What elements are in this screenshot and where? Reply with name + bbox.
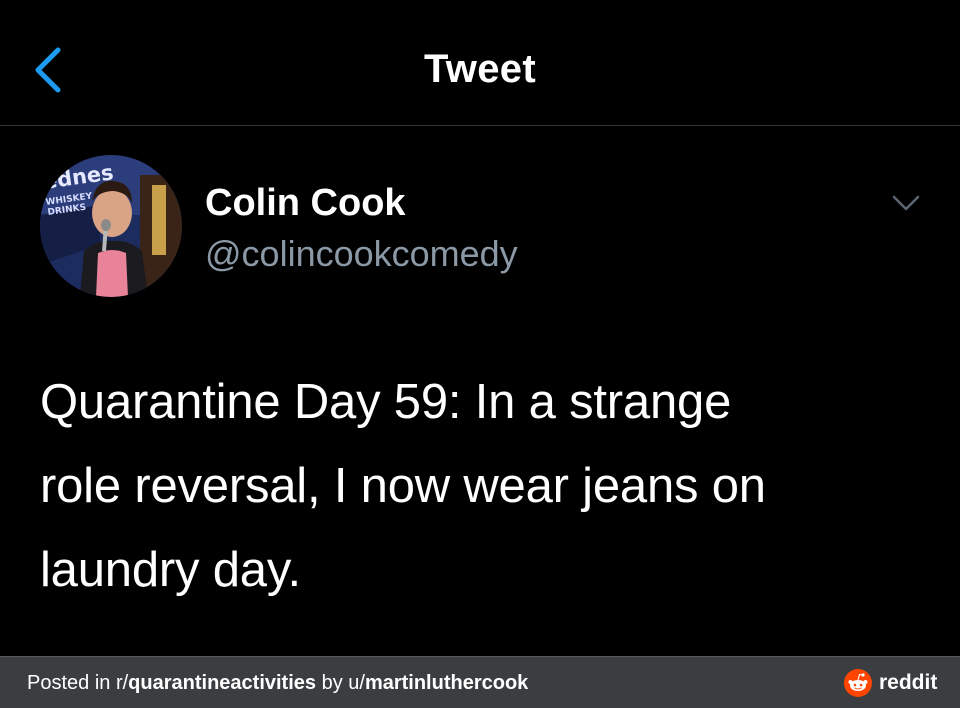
author-name[interactable]: Colin Cook	[205, 180, 406, 226]
reddit-wordmark: reddit	[879, 671, 938, 694]
page-title: Tweet	[424, 47, 536, 91]
subreddit-link[interactable]: quarantineactivities	[128, 672, 316, 694]
attribution-prefix: Posted in r/	[27, 672, 129, 694]
avatar-photo: ednes WHISKEY DRINKS	[40, 155, 182, 297]
author-handle[interactable]: @colincookcomedy	[205, 232, 518, 276]
chevron-down-icon	[892, 195, 920, 211]
reddit-footer-bar: Posted in r/quarantineactivities by u/ma…	[0, 656, 960, 708]
reddit-icon	[844, 669, 872, 697]
header-bar: Tweet	[0, 0, 960, 126]
post-attribution: Posted in r/quarantineactivities by u/ma…	[27, 671, 528, 695]
tweet-line: Quarantine Day 59: In a strange	[40, 375, 732, 429]
tweet-line: laundry day.	[40, 543, 301, 597]
tweet-line: role reversal, I now wear jeans on	[40, 459, 766, 513]
tweet-page: Tweet ednes WHISKEY DRINKS Colin Cook @c…	[0, 0, 960, 708]
more-options-button[interactable]	[886, 188, 926, 218]
attribution-by: by u/	[316, 672, 365, 694]
username-link[interactable]: martinluthercook	[365, 672, 528, 694]
tweet-text: Quarantine Day 59: In a strange role rev…	[40, 360, 920, 612]
avatar[interactable]: ednes WHISKEY DRINKS	[40, 155, 182, 297]
reddit-logo[interactable]: reddit	[844, 668, 937, 698]
